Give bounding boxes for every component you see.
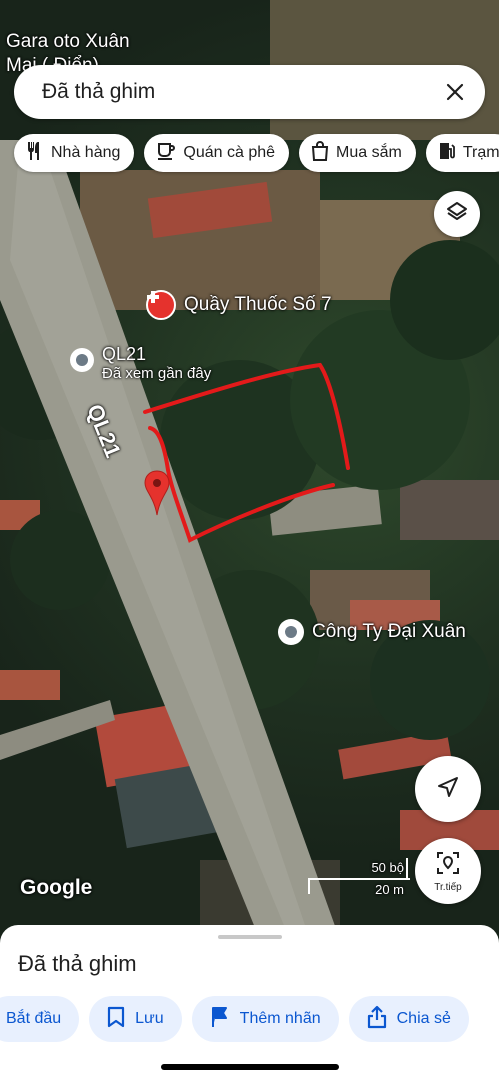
live-view-button[interactable]: Tr.tiếp xyxy=(415,838,481,904)
place-marker-company[interactable]: Công Ty Đại Xuân xyxy=(278,619,466,645)
place-name: Công Ty Đại Xuân xyxy=(312,621,466,642)
action-label: Bắt đầu xyxy=(6,1010,62,1027)
chip-shopping[interactable]: Mua sắm xyxy=(299,134,416,172)
pharmacy-pin-icon xyxy=(146,290,176,320)
coffee-icon xyxy=(156,141,176,166)
place-subtitle: Đã xem gần đây xyxy=(102,365,212,382)
chip-label: Trạm xyxy=(462,144,499,161)
scale-imperial: 50 bộ xyxy=(371,860,404,875)
gas-station-icon xyxy=(438,141,456,166)
place-marker-pharmacy[interactable]: Quầy Thuốc Số 7 xyxy=(146,290,332,320)
sheet-title: Đã thả ghim xyxy=(18,951,137,976)
add-label-button[interactable]: Thêm nhãn xyxy=(191,996,339,1042)
restaurant-icon xyxy=(26,141,44,166)
scale-bar: 50 bộ 20 m xyxy=(308,858,410,898)
chip-cafe[interactable]: Quán cà phê xyxy=(144,134,290,172)
layers-button[interactable] xyxy=(434,191,480,237)
chip-label: Nhà hàng xyxy=(51,144,121,161)
share-button[interactable]: Chia sẻ xyxy=(348,996,469,1042)
sheet-drag-handle[interactable] xyxy=(218,935,282,939)
bookmark-icon xyxy=(107,1006,125,1033)
chip-restaurants[interactable]: Nhà hàng xyxy=(14,134,135,172)
place-name: Quầy Thuốc Số 7 xyxy=(184,294,332,315)
chip-gas[interactable]: Trạm xyxy=(425,134,499,172)
save-button[interactable]: Lưu xyxy=(89,996,182,1042)
action-label: Thêm nhãn xyxy=(239,1010,321,1027)
place-marker-recent[interactable]: QL21 Đã xem gần đây xyxy=(70,344,211,382)
layers-icon xyxy=(446,201,468,228)
bottom-sheet[interactable]: Đã thả ghim Bắt đầu Lưu Thêm nhãn Chia s… xyxy=(0,925,499,1080)
place-name: QL21 xyxy=(102,344,147,364)
chip-label: Mua sắm xyxy=(336,144,402,161)
action-chips: Bắt đầu Lưu Thêm nhãn Chia sẻ xyxy=(0,996,469,1042)
action-label: Lưu xyxy=(135,1010,164,1027)
place-pin-icon xyxy=(278,619,304,645)
live-view-label: Tr.tiếp xyxy=(434,881,462,893)
close-icon[interactable] xyxy=(433,70,477,114)
live-view-icon xyxy=(435,850,461,881)
action-label: Chia sẻ xyxy=(396,1010,451,1027)
chip-label: Quán cà phê xyxy=(183,144,276,161)
search-query[interactable]: Đã thả ghim xyxy=(42,80,433,104)
scale-metric: 20 m xyxy=(375,882,404,897)
dropped-pin-icon[interactable] xyxy=(143,470,171,516)
my-location-button[interactable] xyxy=(415,756,481,822)
recent-pin-icon xyxy=(70,348,94,372)
flag-icon xyxy=(210,1006,230,1033)
category-chips: Nhà hàng Quán cà phê Mua sắm Trạm xyxy=(14,134,499,172)
navigation-arrow-icon xyxy=(437,776,459,803)
google-logo: Google xyxy=(20,876,93,899)
shopping-bag-icon xyxy=(311,140,329,166)
share-icon xyxy=(367,1005,387,1034)
home-indicator[interactable] xyxy=(161,1064,339,1070)
search-bar[interactable]: Đã thả ghim xyxy=(14,65,485,119)
start-button[interactable]: Bắt đầu xyxy=(0,996,80,1042)
